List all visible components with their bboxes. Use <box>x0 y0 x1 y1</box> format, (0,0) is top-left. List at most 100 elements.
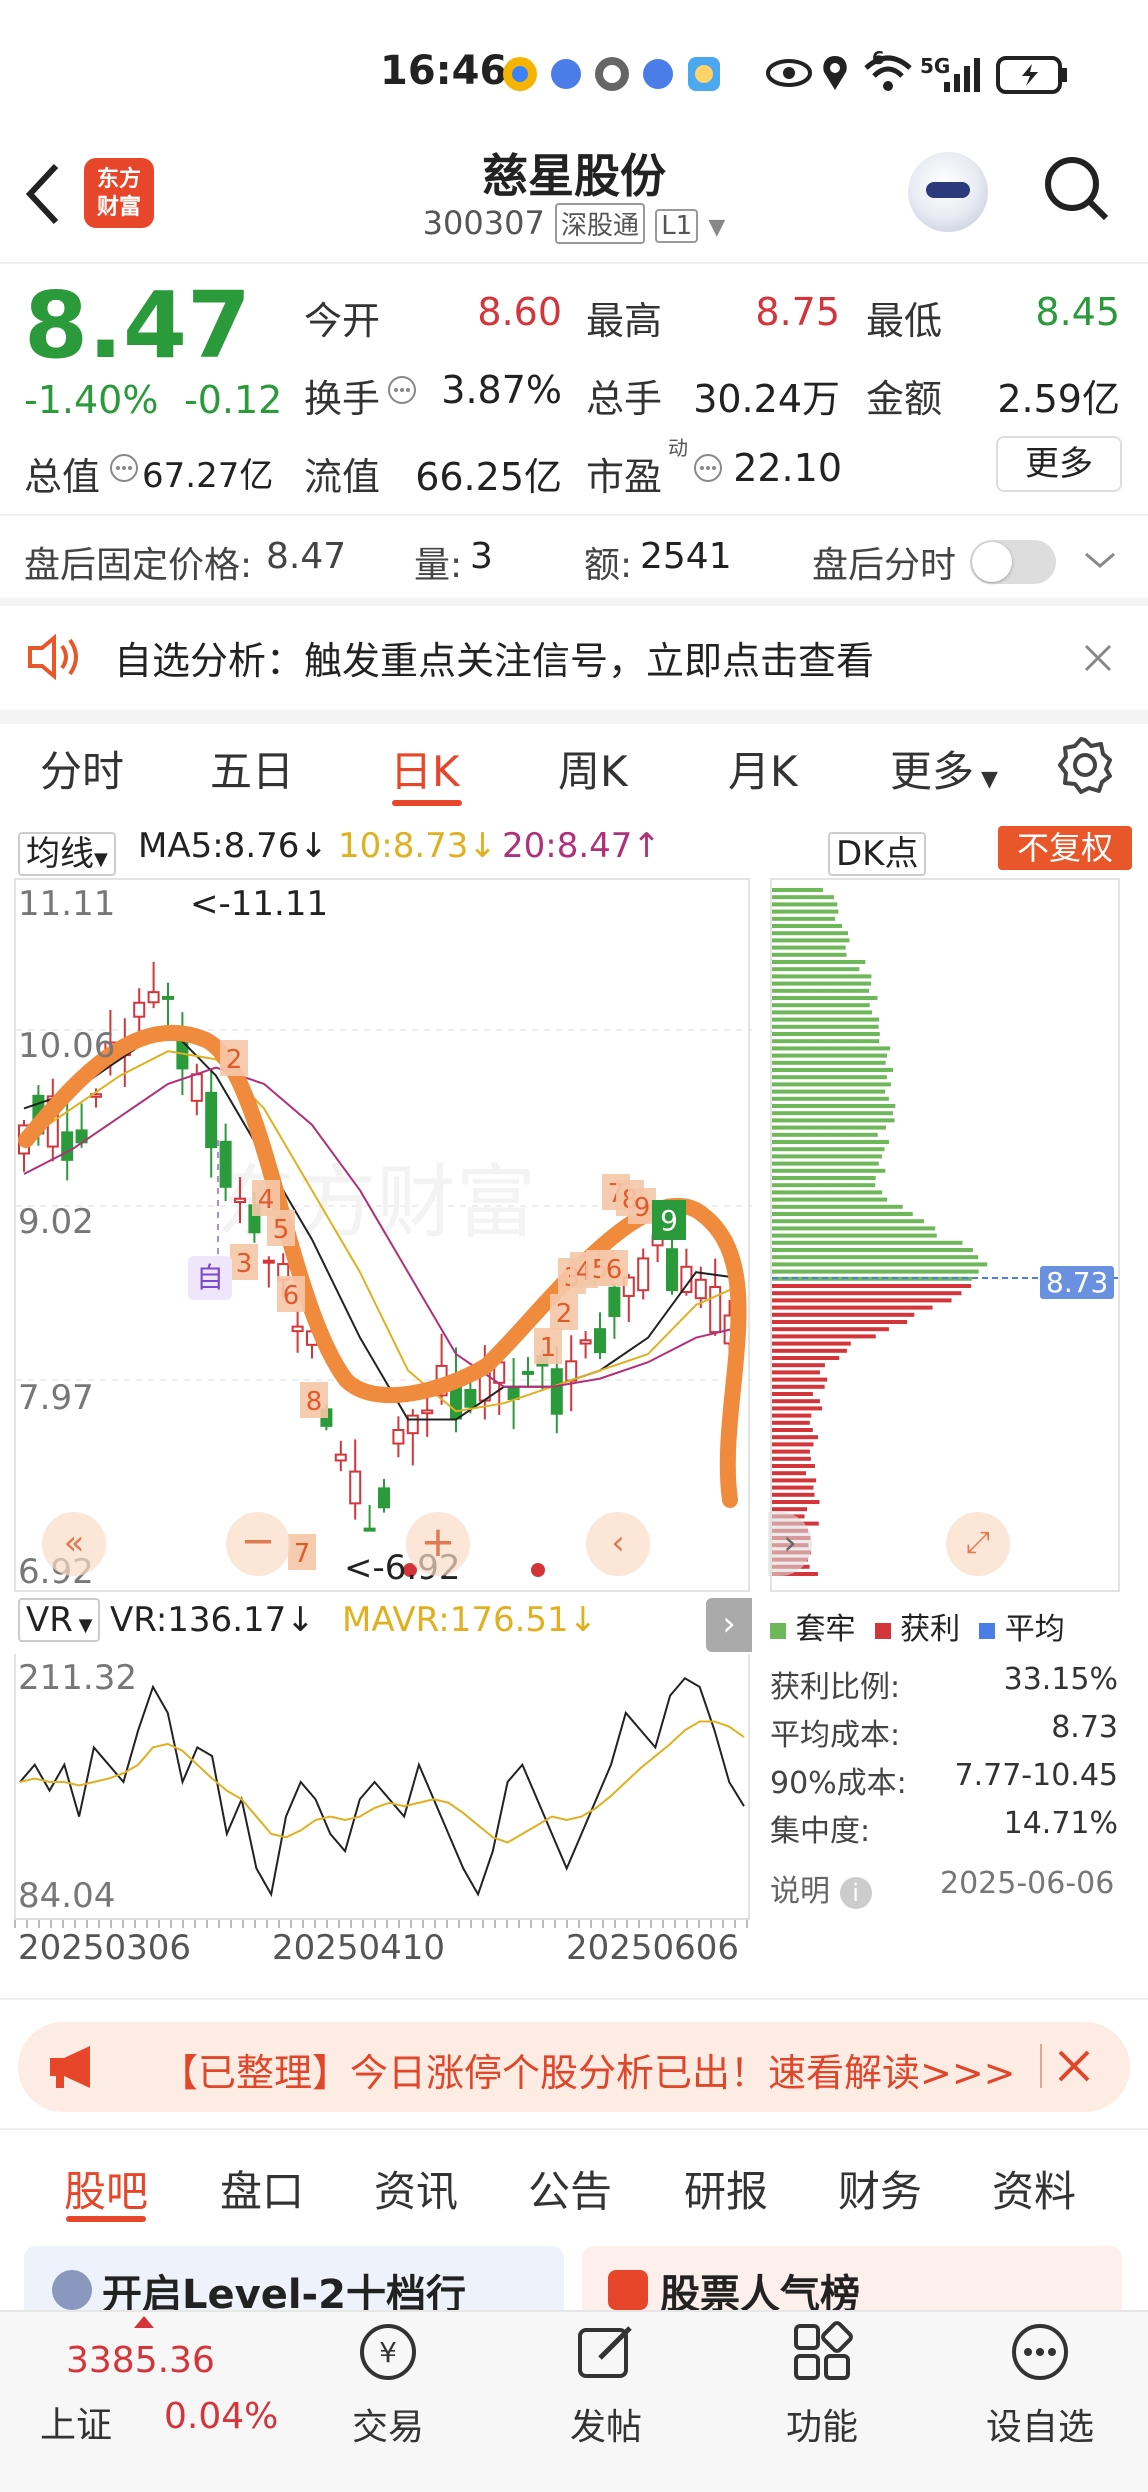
trade-icon[interactable]: ¥ <box>356 2320 420 2384</box>
divider <box>0 514 1148 516</box>
chip-bar <box>772 1060 886 1065</box>
tab-news[interactable]: 资讯 <box>374 2158 458 2219</box>
section-gap <box>0 710 1148 724</box>
chip-bar <box>772 1197 888 1202</box>
tab-more[interactable]: 更多 ▼ <box>890 738 998 799</box>
status-bar: 16:46 6 5G <box>0 0 1148 150</box>
self-select-tag[interactable]: 自 <box>188 1256 232 1300</box>
chip-bar <box>772 996 878 1000</box>
chip-bar <box>772 1183 876 1188</box>
info-dots-icon[interactable] <box>386 374 418 406</box>
signal-marker-label: 1 <box>540 1333 557 1363</box>
tab-five-day[interactable]: 五日 <box>210 738 294 799</box>
nav-trade[interactable]: 交易 <box>308 2398 468 2450</box>
search-icon[interactable] <box>1040 152 1112 224</box>
post-icon[interactable] <box>574 2320 638 2384</box>
chip-bar <box>772 1255 979 1260</box>
chip-bar <box>772 1449 810 1454</box>
chip-bar <box>772 1471 807 1476</box>
nav-add-watchlist[interactable]: 设自选 <box>960 2398 1120 2450</box>
chip-bar <box>772 1399 820 1404</box>
chip-bar <box>772 1464 815 1468</box>
chip-bar <box>772 1485 814 1490</box>
tab-finance[interactable]: 财务 <box>838 2158 922 2219</box>
functions-icon[interactable] <box>790 2320 854 2384</box>
candle-body <box>694 1278 707 1300</box>
indicator-select[interactable]: 均线▼ <box>18 826 116 876</box>
status-time: 16:46 <box>380 48 508 94</box>
zoom-out-button[interactable]: − <box>226 1512 290 1576</box>
chip-bar <box>772 1312 915 1317</box>
dk-select[interactable]: DK点 <box>828 826 927 876</box>
signal-marker-label: 6 <box>283 1281 300 1311</box>
tab-guba[interactable]: 股吧 <box>64 2158 148 2219</box>
divider <box>0 2128 1148 2130</box>
tab-research[interactable]: 研报 <box>684 2158 768 2219</box>
chip-bar <box>772 1370 820 1375</box>
chevron-down-icon[interactable] <box>1082 548 1118 572</box>
scroll-left-button[interactable]: « <box>42 1512 106 1576</box>
signal-marker-label: 3 <box>236 1249 253 1279</box>
chip-bar <box>772 1132 878 1137</box>
turnover-value: 3.87% <box>441 368 562 412</box>
after-hours-toggle[interactable] <box>970 540 1056 584</box>
up-arrow-icon <box>134 2316 154 2328</box>
tab-profile[interactable]: 资料 <box>992 2158 1076 2219</box>
info-dots-icon[interactable] <box>108 452 140 484</box>
gear-icon[interactable] <box>1056 736 1114 794</box>
chip-bar <box>772 938 850 943</box>
buy-signal-label: 9 <box>660 1204 678 1237</box>
chip-bar <box>772 1356 840 1360</box>
chip-bar <box>772 1327 889 1332</box>
tab-daily-k[interactable]: 日K <box>390 738 460 799</box>
close-icon[interactable] <box>1056 2048 1092 2084</box>
float-label: 流值 <box>304 455 381 499</box>
signal-marker-label: 9 <box>634 1193 651 1223</box>
chip-bar <box>772 1104 896 1108</box>
close-icon[interactable] <box>1082 642 1114 674</box>
index-value[interactable]: 3385.36 <box>66 2340 215 2381</box>
tab-announcements[interactable]: 公告 <box>528 2158 612 2219</box>
vr-select[interactable]: VR ▼ <box>18 1598 101 1642</box>
tab-monthly-k[interactable]: 月K <box>728 738 798 799</box>
candle-body <box>234 1197 246 1204</box>
nav-post[interactable]: 发帖 <box>526 2398 686 2450</box>
high-value: 8.75 <box>755 290 840 334</box>
kline-chart[interactable]: 东方财富24536871234567899 <box>14 878 752 1592</box>
prev-button[interactable]: ‹ <box>586 1512 650 1576</box>
change-percent: -1.40% <box>24 378 159 422</box>
tab-weekly-k[interactable]: 周K <box>558 738 628 799</box>
candle-body <box>162 995 174 1000</box>
candle-body <box>262 1259 275 1264</box>
chip-bar <box>772 1262 988 1267</box>
x-date-label: 20250410 <box>272 1928 446 1968</box>
amount-label: 金额 <box>866 377 943 421</box>
explain-link[interactable]: 说明 i <box>770 1866 872 1910</box>
tab-pankou[interactable]: 盘口 <box>220 2158 304 2219</box>
annotation-stroke <box>18 1024 747 1508</box>
adjust-button[interactable]: 不复权 <box>998 826 1132 870</box>
signal-marker-label: 2 <box>556 1299 573 1329</box>
chip-bar <box>772 1377 828 1382</box>
x-date-label: 20250606 <box>566 1928 740 1968</box>
chip-bar <box>772 1392 813 1396</box>
chip-bar <box>772 931 848 936</box>
fullscreen-icon[interactable]: ⤢ <box>946 1512 1010 1576</box>
candle-body <box>550 1368 563 1415</box>
chip-bar <box>772 1320 908 1324</box>
candle-body <box>147 991 160 1004</box>
assistant-robot-icon[interactable] <box>908 152 988 232</box>
zoom-in-button[interactable]: + <box>406 1512 470 1576</box>
chip-bar <box>772 1240 963 1245</box>
mktcap-label: 总值 <box>24 455 101 499</box>
chip-distribution[interactable] <box>770 878 1122 1592</box>
info-dots-icon[interactable] <box>692 452 724 484</box>
chip-bar <box>772 1478 817 1483</box>
more-dots-icon[interactable] <box>1008 2320 1072 2384</box>
tab-intraday[interactable]: 分时 <box>40 738 124 799</box>
nav-functions[interactable]: 功能 <box>742 2398 902 2450</box>
vr-line <box>19 1676 745 1898</box>
more-button[interactable]: 更多 <box>996 436 1122 492</box>
indicator-next-button[interactable]: › <box>706 1598 752 1652</box>
exchange-tag: 深股通 <box>555 203 646 244</box>
